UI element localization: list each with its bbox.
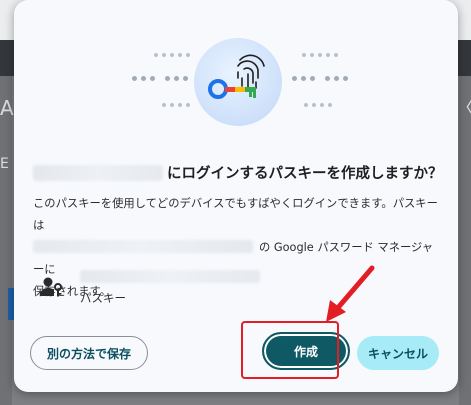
passkey-key-fingerprint-icon — [194, 38, 282, 126]
save-another-way-button[interactable]: 別の方法で保存 — [30, 336, 148, 370]
decor-dots — [302, 42, 342, 61]
description-line-1: このパスキーを使用してどのデバイスでもすばやくログインできます。パスキーは — [33, 197, 438, 232]
dialog-title-text: にログインするパスキーを作成しますか？ — [167, 166, 443, 182]
background-letter-a: A — [0, 96, 14, 120]
account-email-redacted — [33, 240, 253, 253]
passkey-dialog: にログインするパスキーを作成しますか？ このパスキーを使用してどのデバイスでもす… — [14, 0, 458, 392]
dialog-hero — [14, 0, 458, 140]
decor-dots — [292, 66, 352, 85]
person-key-icon — [40, 276, 64, 298]
background-letter-e: E — [0, 156, 9, 172]
decor-dots — [154, 42, 194, 61]
passkey-account-row: パスキー — [40, 270, 340, 310]
account-type-label: パスキー — [80, 291, 126, 305]
site-name-redacted — [33, 165, 163, 181]
cancel-button[interactable]: キャンセル — [357, 336, 439, 370]
account-name-redacted — [80, 270, 260, 283]
decor-dots — [162, 92, 194, 111]
background-right-edge — [459, 76, 471, 405]
decor-dots — [304, 92, 336, 111]
decor-dots — [132, 66, 192, 85]
red-arrow-icon — [326, 265, 375, 322]
background-chevron-icon: 〈 — [456, 94, 471, 120]
dialog-title: にログインするパスキーを作成しますか？ — [14, 162, 458, 183]
background-left-edge — [0, 76, 12, 405]
